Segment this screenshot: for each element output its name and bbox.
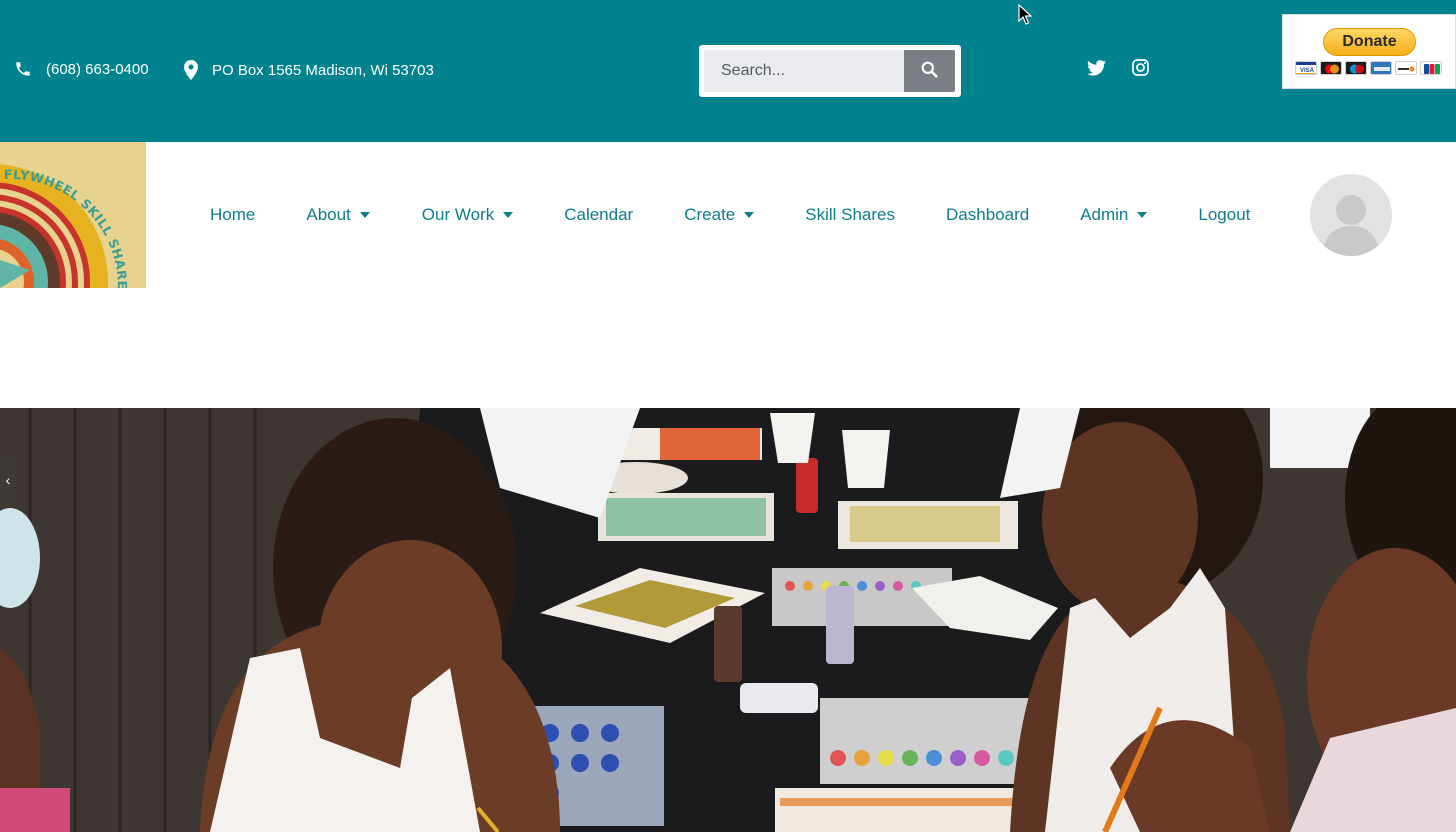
nav-skill-shares[interactable]: Skill Shares: [805, 205, 895, 225]
caret-down-icon: [744, 212, 755, 218]
search-button[interactable]: [904, 50, 955, 92]
nav-home[interactable]: Home: [210, 205, 255, 225]
main-navigation: Home About Our Work Calendar Create Skil…: [186, 142, 1250, 288]
search-input[interactable]: [704, 50, 904, 92]
instagram-icon: [1131, 59, 1149, 81]
jcb-card-icon: [1420, 61, 1442, 75]
nav-our-work[interactable]: Our Work: [421, 205, 514, 225]
twitter-icon: [1086, 59, 1106, 81]
search-form: [699, 45, 961, 97]
children-painting-photo: [0, 408, 1456, 832]
donate-button[interactable]: Donate: [1323, 28, 1416, 56]
nav-label: Admin: [1080, 205, 1129, 224]
flywheel-logo-graphic: FLYWHEEL SKILL SHARE: [0, 142, 146, 288]
nav-label: Create: [684, 205, 736, 224]
nav-create[interactable]: Create: [684, 205, 755, 225]
discover-card-icon: [1395, 61, 1417, 75]
amex-card-icon: [1370, 61, 1392, 75]
caret-down-icon: [359, 212, 370, 218]
nav-calendar[interactable]: Calendar: [564, 205, 633, 225]
payment-cards: VISA: [1295, 61, 1442, 75]
nav-label: Logout: [1198, 205, 1251, 224]
phone-number: (608) 663-0400: [46, 60, 149, 78]
mouse-cursor-icon: [1018, 3, 1033, 31]
maestro-card-icon: [1345, 61, 1367, 75]
caret-down-icon: [503, 212, 514, 218]
nav-dashboard[interactable]: Dashboard: [946, 205, 1029, 225]
address-text: PO Box 1565 Madison, Wi 53703: [212, 61, 434, 79]
nav-label: Home: [210, 205, 256, 224]
user-avatar[interactable]: [1310, 174, 1392, 256]
svg-text:VISA: VISA: [1300, 68, 1315, 74]
map-marker-icon: [184, 60, 198, 80]
mastercard-icon: [1320, 61, 1342, 75]
nav-admin[interactable]: Admin: [1080, 205, 1148, 225]
address-contact[interactable]: PO Box 1565 Madison, Wi 53703: [184, 60, 434, 80]
paypal-donate-widget: Donate VISA: [1282, 14, 1456, 89]
hero-slider-image: [0, 408, 1456, 832]
slider-prev-button[interactable]: ‹: [0, 455, 16, 505]
top-bar: (608) 663-0400 PO Box 1565 Madison, Wi 5…: [0, 0, 1456, 142]
nav-logout[interactable]: Logout: [1198, 205, 1250, 225]
nav-label: Our Work: [421, 205, 495, 224]
instagram-link[interactable]: [1130, 59, 1150, 81]
nav-label: Calendar: [564, 205, 634, 224]
search-icon: [921, 61, 938, 81]
site-logo[interactable]: FLYWHEEL SKILL SHARE: [0, 142, 146, 288]
user-silhouette-icon: [1322, 195, 1380, 256]
phone-icon: [14, 60, 32, 78]
visa-card-icon: VISA: [1295, 61, 1317, 75]
phone-contact[interactable]: (608) 663-0400: [14, 60, 149, 78]
nav-about[interactable]: About: [306, 205, 370, 225]
caret-down-icon: [1137, 212, 1148, 218]
twitter-link[interactable]: [1086, 59, 1106, 81]
nav-label: Dashboard: [946, 205, 1030, 224]
nav-label: About: [306, 205, 351, 224]
nav-label: Skill Shares: [805, 205, 896, 224]
